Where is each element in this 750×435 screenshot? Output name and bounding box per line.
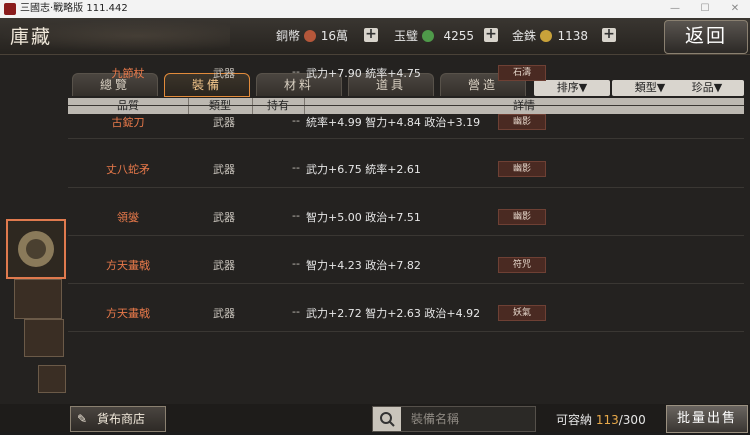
table-row[interactable]: 古錠刀 武器 -- 統率+4.99 智力+4.84 政治+3.19 幽影 [68, 94, 744, 139]
currency-gold: 金銖 1138 + [512, 25, 616, 47]
search-icon[interactable] [373, 407, 401, 431]
currency-value: 1138 [557, 29, 588, 43]
maximize-icon[interactable]: ☐ [690, 0, 720, 18]
item-thumb[interactable] [14, 279, 62, 319]
item-tag: 幽影 [498, 114, 546, 130]
equipment-list: 九節杖 武器 -- 武力+7.90 統率+4.75 石濤 古錠刀 武器 -- 統… [68, 61, 744, 351]
item-name: 九節杖 [111, 67, 145, 80]
shop-button[interactable]: ✎ 貨布商店 [70, 406, 166, 432]
close-icon[interactable]: ✕ [720, 0, 750, 18]
item-name: 領燮 [117, 211, 139, 224]
item-type: 武器 [213, 211, 235, 224]
item-stats: 武力+2.72 智力+2.63 政治+4.92 [306, 307, 481, 320]
item-type: 武器 [213, 163, 235, 176]
back-button[interactable]: 返回 [664, 20, 748, 54]
currency-label: 玉璧 [394, 29, 419, 43]
currency-label: 金銖 [512, 29, 537, 43]
item-type: 武器 [213, 307, 235, 320]
item-stats: 武力+6.75 統率+2.61 [306, 163, 421, 176]
selected-item-thumb[interactable] [6, 219, 66, 279]
search-glyph [380, 412, 395, 427]
coin-icon [18, 231, 54, 267]
item-name: 方天畫戟 [106, 259, 150, 272]
item-stats: 武力+7.90 統率+4.75 [306, 67, 421, 80]
item-tag: 幽影 [498, 209, 546, 225]
item-type: 武器 [213, 67, 235, 80]
currency-value: 4255 [443, 29, 474, 43]
bulk-sell-button[interactable]: 批量出售 [666, 405, 748, 433]
window-titlebar: 三國志·戰略版 111.442 — ☐ ✕ [0, 0, 750, 18]
capacity-label: 可容納 [556, 413, 593, 427]
item-name: 丈八蛇矛 [106, 163, 150, 176]
table-row[interactable]: 領燮 武器 -- 智力+5.00 政治+7.51 幽影 [68, 191, 744, 236]
window-title: 三國志·戰略版 111.442 [20, 3, 128, 14]
shop-label: 貨布商店 [97, 412, 146, 426]
item-type: 武器 [213, 259, 235, 272]
item-thumb[interactable] [38, 365, 66, 393]
page-title: 庫藏 [10, 26, 53, 48]
capacity-total: /300 [618, 413, 646, 427]
app-icon [4, 3, 16, 15]
currency-jade: 玉璧 4255 + [394, 25, 498, 47]
table-row[interactable]: 方天畫戟 武器 -- 武力+2.72 智力+2.63 政治+4.92 妖氣 [68, 287, 744, 332]
shop-icon: ✎ [77, 412, 88, 426]
item-thumb[interactable] [24, 319, 64, 357]
header-bar: 庫藏 銅幣 16萬 + 玉璧 4255 + 金銖 1138 + [0, 18, 750, 55]
search-input[interactable]: 裝備名稱 [411, 407, 459, 431]
table-row[interactable]: 方天畫戟 武器 -- 智力+4.23 政治+7.82 符咒 [68, 239, 744, 284]
item-tag: 石濤 [498, 65, 546, 81]
add-jade-button[interactable]: + [484, 27, 498, 42]
search-box[interactable]: 裝備名稱 [372, 406, 536, 432]
item-stats: 智力+5.00 政治+7.51 [306, 211, 421, 224]
add-gold-button[interactable]: + [602, 27, 616, 42]
item-tag: 妖氣 [498, 305, 546, 321]
capacity-count: 113 [595, 413, 619, 427]
currency-value: 16萬 [320, 29, 348, 43]
item-stats: 智力+4.23 政治+7.82 [306, 259, 421, 272]
item-name: 古錠刀 [111, 116, 145, 129]
minimize-icon[interactable]: — [660, 0, 690, 18]
item-name: 方天畫戟 [106, 307, 150, 320]
item-tag: 幽影 [498, 161, 546, 177]
add-copper-button[interactable]: + [364, 27, 378, 42]
currency-label: 銅幣 [276, 29, 301, 43]
item-tag: 符咒 [498, 257, 546, 273]
currency-copper: 銅幣 16萬 + [276, 25, 380, 47]
item-stats: 統率+4.99 智力+4.84 政治+3.19 [306, 116, 481, 129]
capacity-text: 可容納 113/300 [556, 411, 646, 428]
table-row[interactable]: 丈八蛇矛 武器 -- 武力+6.75 統率+2.61 幽影 [68, 143, 744, 188]
item-type: 武器 [213, 116, 235, 129]
